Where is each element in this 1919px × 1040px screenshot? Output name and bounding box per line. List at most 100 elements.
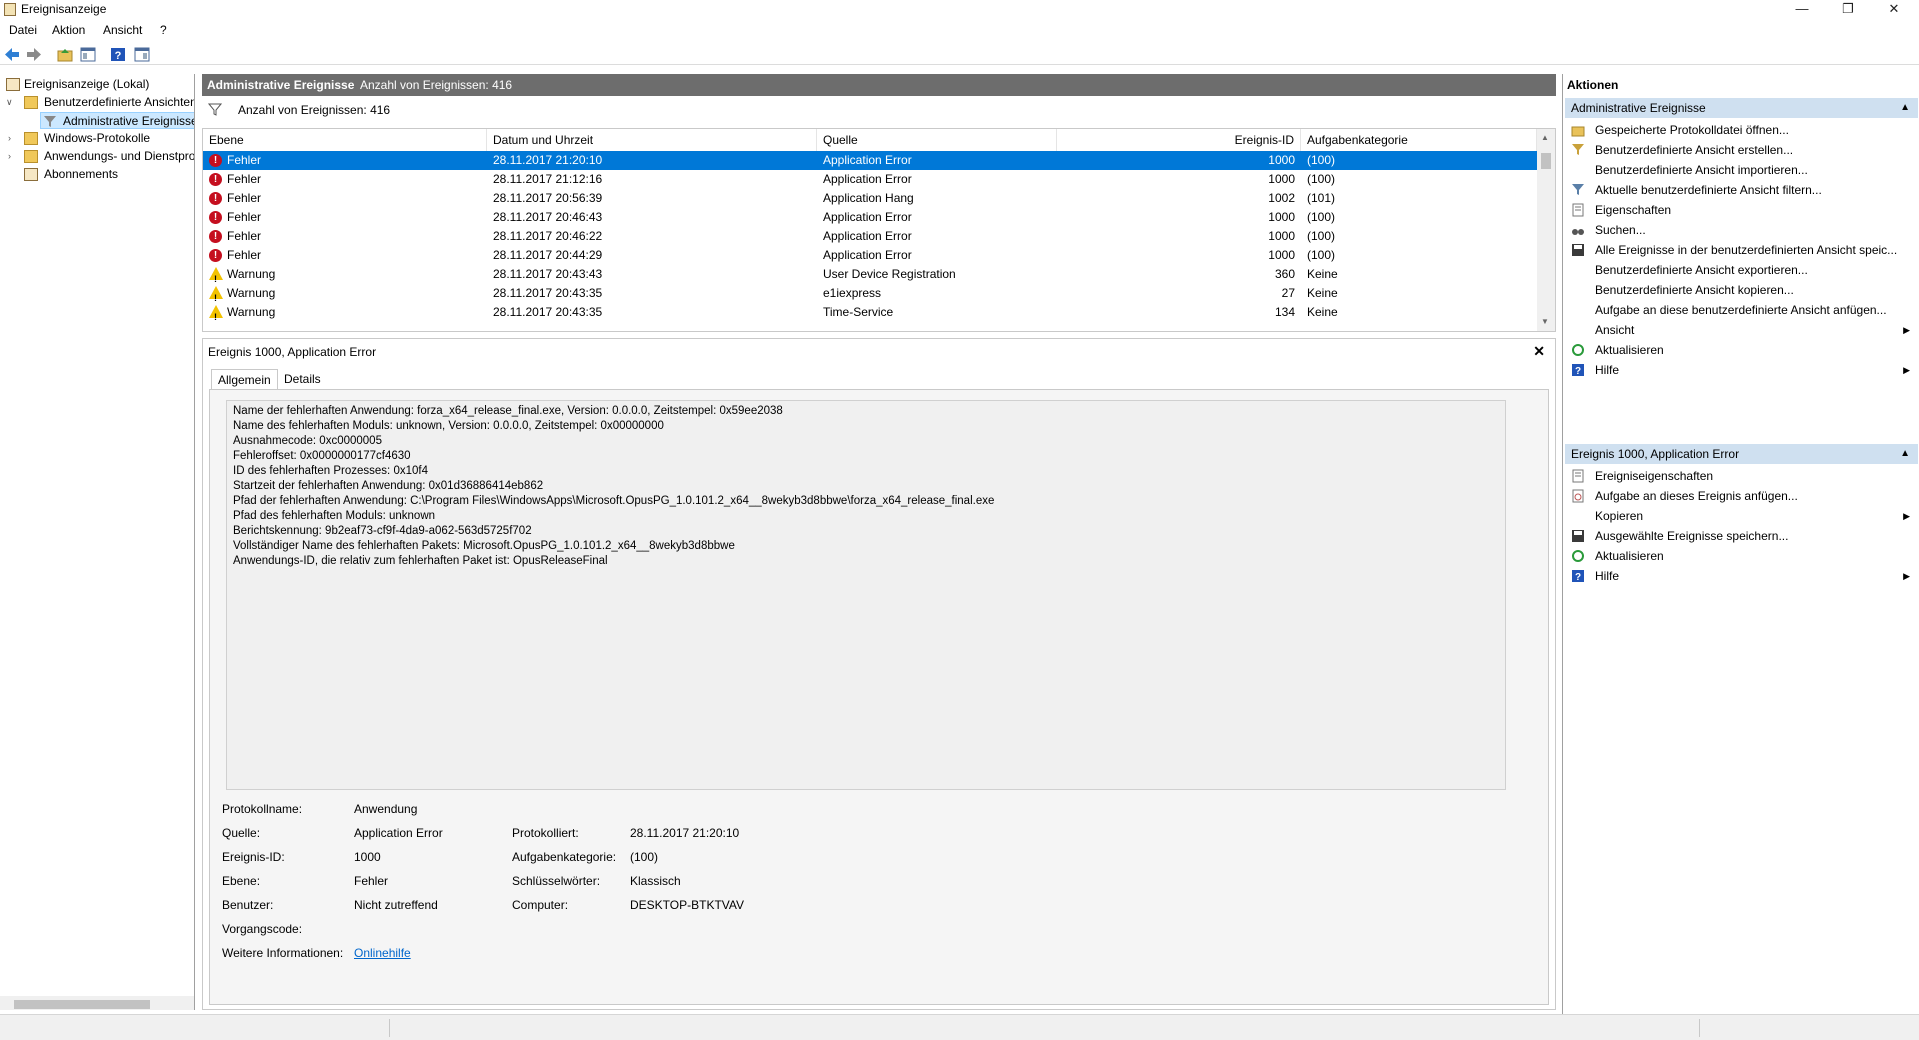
table-row[interactable]: ! Warnung 28.11.2017 20:43:35 e1iexpress 27 K…: [203, 284, 1537, 303]
table-row[interactable]: ! Fehler 28.11.2017 21:20:10 Application Er…: [203, 151, 1537, 170]
cell-level: Warnung: [227, 305, 276, 319]
properties-icon: [1572, 469, 1584, 483]
menu-help[interactable]: ?: [160, 23, 167, 37]
action-item[interactable]: Benutzerdefinierte Ansicht kopieren...: [1565, 280, 1918, 300]
event-detail-pane: Ereignis 1000, Application Error ✕ Allge…: [202, 338, 1556, 1010]
action-item[interactable]: Eigenschaften: [1565, 200, 1918, 220]
show-hide-tree-icon[interactable]: [80, 47, 96, 62]
submenu-arrow-icon: ▶: [1903, 511, 1910, 521]
chevron-down-icon[interactable]: ∨: [6, 94, 16, 111]
up-folder-icon[interactable]: [57, 47, 73, 62]
cell-level: Fehler: [227, 248, 262, 262]
restore-button[interactable]: ❐: [1825, 0, 1871, 19]
action-label: Hilfe: [1595, 363, 1620, 377]
help-icon[interactable]: ?: [110, 47, 126, 62]
collapse-icon[interactable]: ▲: [1900, 98, 1910, 118]
action-item[interactable]: Aktuelle benutzerdefinierte Ansicht filt…: [1565, 180, 1918, 200]
filter-count: Anzahl von Ereignissen: 416: [238, 103, 391, 117]
action-label: Aktualisieren: [1595, 343, 1664, 357]
cell-task-category: (101): [1307, 191, 1336, 205]
action-item[interactable]: Benutzerdefinierte Ansicht exportieren..…: [1565, 260, 1918, 280]
cell-source: Application Error: [823, 210, 912, 224]
menu-aktion[interactable]: Aktion: [52, 23, 85, 37]
online-help-link[interactable]: Onlinehilfe: [354, 946, 411, 960]
cell-source: Application Hang: [823, 191, 914, 205]
action-item[interactable]: Kopieren ▶: [1565, 506, 1918, 526]
tab-allgemein[interactable]: Allgemein: [211, 369, 278, 389]
column-header-date[interactable]: Datum und Uhrzeit: [487, 129, 817, 151]
action-item[interactable]: Ansicht ▶: [1565, 320, 1918, 340]
table-row[interactable]: ! Fehler 28.11.2017 21:12:16 Application Er…: [203, 170, 1537, 189]
column-header-event-id[interactable]: Ereignis-ID: [1057, 129, 1301, 151]
scroll-up-icon[interactable]: ▲: [1541, 133, 1549, 142]
cell-date: 28.11.2017 21:20:10: [493, 153, 603, 167]
minimize-button[interactable]: —: [1779, 0, 1825, 19]
forward-arrow-icon[interactable]: [26, 47, 42, 62]
table-row[interactable]: ! Warnung 28.11.2017 20:43:35 Time-Service 1…: [203, 303, 1537, 322]
action-item[interactable]: Ereigniseigenschaften: [1565, 466, 1918, 486]
action-item[interactable]: Ausgewählte Ereignisse speichern...: [1565, 526, 1918, 546]
opcode-label: Vorgangscode:: [222, 922, 303, 936]
computer-value: DESKTOP-BTKTVAV: [630, 898, 745, 912]
logged-value: 28.11.2017 21:20:10: [630, 826, 740, 840]
action-item[interactable]: Suchen...: [1565, 220, 1918, 240]
menu-ansicht[interactable]: Ansicht: [103, 23, 142, 37]
status-bar: [0, 1014, 1919, 1040]
scroll-down-icon[interactable]: ▼: [1541, 317, 1549, 326]
action-label: Benutzerdefinierte Ansicht erstellen...: [1595, 143, 1794, 157]
error-icon: !: [209, 192, 222, 205]
column-header-level[interactable]: Ebene: [203, 129, 487, 151]
action-item[interactable]: Aufgabe an diese benutzerdefinierte Ansi…: [1565, 300, 1918, 320]
scrollbar-thumb[interactable]: [14, 1000, 150, 1009]
tree-item-admin-events[interactable]: Administrative Ereignisse: [40, 112, 194, 129]
keywords-value: Klassisch: [630, 874, 681, 888]
tree-horizontal-scrollbar[interactable]: [0, 996, 194, 1010]
event-description[interactable]: Name der fehlerhaften Anwendung: forza_x…: [226, 400, 1506, 790]
section-admin-events[interactable]: Administrative Ereignisse ▲: [1565, 98, 1918, 118]
tab-details[interactable]: Details: [278, 369, 327, 389]
close-window-button[interactable]: ✕: [1871, 0, 1917, 19]
action-item[interactable]: Aufgabe an dieses Ereignis anfügen...: [1565, 486, 1918, 506]
action-item[interactable]: Aktualisieren: [1565, 546, 1918, 566]
error-icon: !: [209, 173, 222, 186]
table-vertical-scrollbar[interactable]: ▲ ▼: [1537, 129, 1555, 331]
task-icon: [1572, 489, 1584, 503]
action-item[interactable]: Benutzerdefinierte Ansicht importieren..…: [1565, 160, 1918, 180]
column-header-task-category[interactable]: Aufgabenkategorie: [1301, 129, 1537, 151]
folder-icon: [24, 96, 38, 109]
scrollbar-thumb[interactable]: [1541, 153, 1551, 169]
level-label: Ebene:: [222, 874, 261, 888]
action-item[interactable]: Alle Ereignisse in der benutzerdefiniert…: [1565, 240, 1918, 260]
task-category-label: Aufgabenkategorie:: [512, 850, 617, 864]
show-action-pane-icon[interactable]: [134, 47, 150, 62]
table-row[interactable]: ! Warnung 28.11.2017 20:43:43 User Device R…: [203, 265, 1537, 284]
table-row[interactable]: ! Fehler 28.11.2017 20:56:39 Application Ha…: [203, 189, 1537, 208]
close-detail-icon[interactable]: ✕: [1533, 343, 1545, 360]
back-arrow-icon[interactable]: [4, 47, 20, 62]
chevron-right-icon[interactable]: ›: [8, 130, 18, 147]
action-item[interactable]: Aktualisieren: [1565, 340, 1918, 360]
toolbar: ?: [0, 43, 1919, 65]
navigation-tree: Ereignisanzeige (Lokal) ∨ Benutzerdefini…: [0, 74, 195, 1010]
error-icon: !: [209, 230, 222, 243]
cell-date: 28.11.2017 20:46:22: [493, 229, 603, 243]
section-event-1000[interactable]: Ereignis 1000, Application Error ▲: [1565, 444, 1918, 464]
collapse-icon[interactable]: ▲: [1900, 444, 1910, 464]
column-header-source[interactable]: Quelle: [817, 129, 1057, 151]
table-row[interactable]: ! Fehler 28.11.2017 20:46:43 Application Er…: [203, 208, 1537, 227]
event-viewer-app-icon: [4, 3, 16, 16]
cell-event-id: 1000: [1268, 153, 1295, 167]
cell-level: Fehler: [227, 210, 262, 224]
help-icon: ?: [1572, 570, 1584, 583]
event-id-label: Ereignis-ID:: [222, 850, 285, 864]
action-item[interactable]: ? Hilfe ▶: [1565, 566, 1918, 586]
table-row[interactable]: ! Fehler 28.11.2017 20:46:22 Application Er…: [203, 227, 1537, 246]
action-item[interactable]: Gespeicherte Protokolldatei öffnen...: [1565, 120, 1918, 140]
cell-date: 28.11.2017 20:43:43: [493, 267, 603, 281]
action-item[interactable]: Benutzerdefinierte Ansicht erstellen...: [1565, 140, 1918, 160]
action-item[interactable]: ? Hilfe ▶: [1565, 360, 1918, 380]
menu-datei[interactable]: Datei: [9, 23, 37, 37]
cell-task-category: (100): [1307, 153, 1336, 167]
table-row[interactable]: ! Fehler 28.11.2017 20:44:29 Application Er…: [203, 246, 1537, 265]
chevron-right-icon[interactable]: ›: [8, 148, 18, 165]
